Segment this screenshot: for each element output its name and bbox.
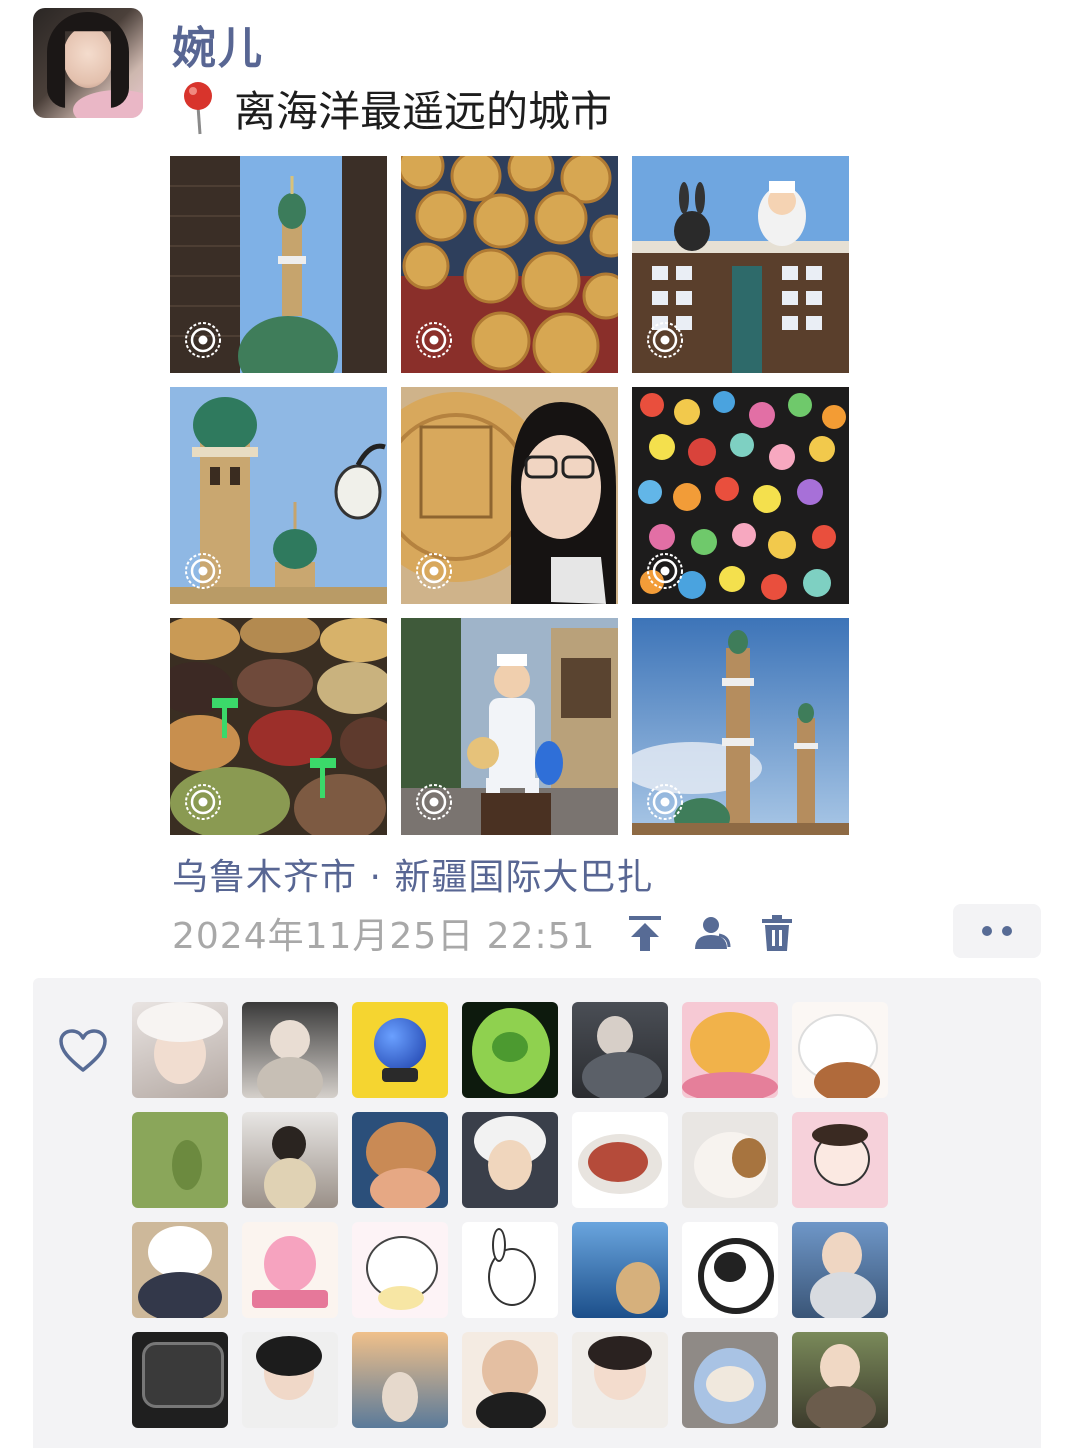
more-button[interactable] <box>953 904 1041 958</box>
live-photo-icon <box>647 784 683 820</box>
like-avatar[interactable] <box>792 1112 888 1208</box>
pin-to-top-icon[interactable] <box>625 913 665 953</box>
like-avatar[interactable] <box>682 1002 778 1098</box>
live-photo-icon <box>416 784 452 820</box>
live-photo-icon <box>185 553 221 589</box>
location-pin-icon <box>184 82 212 135</box>
post-caption: 离海洋最遥远的城市 <box>176 78 612 138</box>
photo-flatbread-naan[interactable] <box>401 156 618 373</box>
like-avatar[interactable] <box>572 1112 668 1208</box>
trash-icon[interactable] <box>757 913 797 953</box>
like-avatar[interactable] <box>352 1002 448 1098</box>
like-avatar[interactable] <box>352 1112 448 1208</box>
like-avatar[interactable] <box>682 1222 778 1318</box>
like-avatar[interactable] <box>462 1112 558 1208</box>
live-photo-icon <box>647 553 683 589</box>
like-avatar[interactable] <box>132 1222 228 1318</box>
heart-icon <box>59 1029 107 1072</box>
user-avatar[interactable] <box>33 8 143 118</box>
photo-grid <box>170 156 850 835</box>
like-avatar[interactable] <box>132 1332 228 1428</box>
caption-text: 离海洋最遥远的城市 <box>234 86 613 136</box>
like-avatar[interactable] <box>792 1222 888 1318</box>
like-avatar[interactable] <box>572 1222 668 1318</box>
like-avatar[interactable] <box>572 1332 668 1428</box>
meta-row: 2024年11月25日 22:51 <box>172 905 797 961</box>
like-avatar[interactable] <box>682 1332 778 1428</box>
like-avatar[interactable] <box>242 1222 338 1318</box>
photo-chef-statue[interactable] <box>401 618 618 835</box>
more-icon <box>982 926 992 936</box>
live-photo-icon <box>647 322 683 358</box>
like-avatar[interactable] <box>462 1222 558 1318</box>
like-avatar[interactable] <box>242 1002 338 1098</box>
likes-avatar-grid <box>132 1002 888 1428</box>
like-avatar[interactable] <box>462 1002 558 1098</box>
live-photo-icon <box>185 784 221 820</box>
like-avatar[interactable] <box>462 1332 558 1428</box>
like-avatar[interactable] <box>132 1112 228 1208</box>
live-photo-icon <box>416 322 452 358</box>
like-avatar[interactable] <box>792 1002 888 1098</box>
photo-building-rooftop-statues[interactable] <box>632 156 849 373</box>
like-avatar[interactable] <box>352 1222 448 1318</box>
photo-mosque-minaret[interactable] <box>170 156 387 373</box>
photo-selfie-with-mooncake[interactable] <box>401 387 618 604</box>
like-avatar[interactable] <box>352 1332 448 1428</box>
like-avatar[interactable] <box>242 1112 338 1208</box>
like-avatar[interactable] <box>572 1002 668 1098</box>
like-avatar[interactable] <box>792 1332 888 1428</box>
timestamp: 2024年11月25日 22:51 <box>172 916 596 957</box>
like-avatar[interactable] <box>682 1112 778 1208</box>
live-photo-icon <box>185 322 221 358</box>
photo-fridge-magnets[interactable] <box>632 387 849 604</box>
photo-minaret-towers[interactable] <box>632 618 849 835</box>
like-avatar[interactable] <box>242 1332 338 1428</box>
username[interactable]: 婉儿 <box>172 12 264 76</box>
live-photo-icon <box>416 553 452 589</box>
like-avatar[interactable] <box>132 1002 228 1098</box>
photo-dried-fruit-market[interactable] <box>170 618 387 835</box>
location-link[interactable]: 乌鲁木齐市 · 新疆国际大巴扎 <box>172 848 653 900</box>
photo-green-domes[interactable] <box>170 387 387 604</box>
more-icon-dot <box>1002 926 1012 936</box>
visibility-icon[interactable] <box>691 913 731 953</box>
